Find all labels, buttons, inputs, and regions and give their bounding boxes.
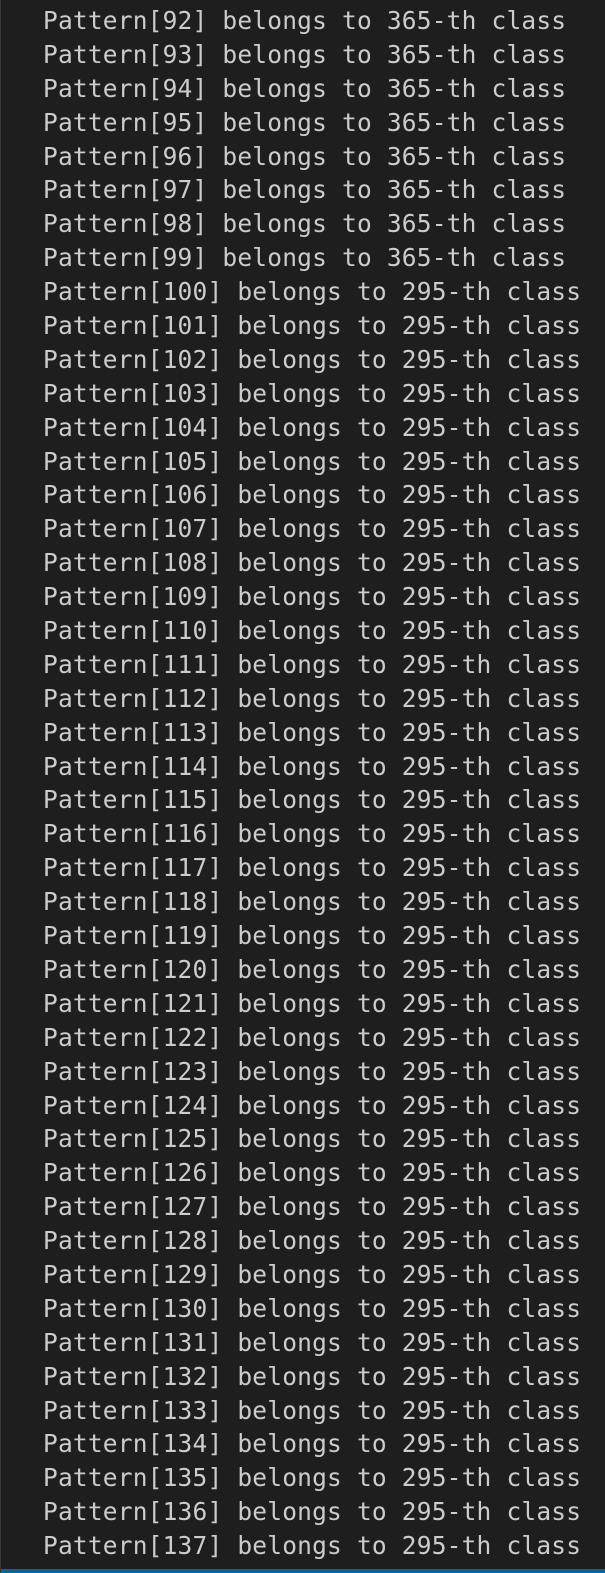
terminal-line: Pattern[95] belongs to 365-th class xyxy=(43,107,567,137)
terminal-line: Pattern[120] belongs to 295-th class xyxy=(43,954,582,984)
terminal-line: Pattern[103] belongs to 295-th class xyxy=(43,378,582,408)
terminal-line: Pattern[131] belongs to 295-th class xyxy=(43,1327,582,1357)
terminal-line: Pattern[112] belongs to 295-th class xyxy=(43,683,582,713)
terminal-line: Pattern[121] belongs to 295-th class xyxy=(43,988,582,1018)
terminal-line: Pattern[127] belongs to 295-th class xyxy=(43,1192,582,1222)
terminal-line: Pattern[92] belongs to 365-th class xyxy=(43,6,567,35)
terminal-line: Pattern[93] belongs to 365-th class xyxy=(43,39,567,69)
terminal-line: Pattern[110] belongs to 295-th class xyxy=(43,616,582,646)
panel-bottom-border xyxy=(1,1569,605,1573)
terminal-line: Pattern[118] belongs to 295-th class xyxy=(43,887,582,917)
terminal-line: Pattern[94] belongs to 365-th class xyxy=(43,73,567,103)
terminal-line: Pattern[105] belongs to 295-th class xyxy=(43,446,582,476)
terminal-line: Pattern[96] belongs to 365-th class xyxy=(43,141,567,171)
terminal-line: Pattern[97] belongs to 365-th class xyxy=(43,175,567,205)
terminal-line: Pattern[124] belongs to 295-th class xyxy=(43,1090,582,1120)
terminal-line: Pattern[100] belongs to 295-th class xyxy=(43,277,582,307)
terminal-output: Pattern[92] belongs to 365-th class Patte… xyxy=(43,4,581,1563)
terminal-line: Pattern[126] belongs to 295-th class xyxy=(43,1158,582,1188)
terminal-line: Pattern[129] belongs to 295-th class xyxy=(43,1259,582,1289)
terminal-line: Pattern[119] belongs to 295-th class xyxy=(43,921,582,951)
terminal-line: Pattern[122] belongs to 295-th class xyxy=(43,1022,582,1052)
terminal-line: Pattern[98] belongs to 365-th class xyxy=(43,209,567,239)
terminal-line: Pattern[137] belongs to 295-th class xyxy=(43,1531,582,1561)
terminal-line: Pattern[135] belongs to 295-th class xyxy=(43,1463,582,1493)
terminal-line: Pattern[104] belongs to 295-th class xyxy=(43,412,582,442)
terminal-line: Pattern[134] belongs to 295-th class xyxy=(43,1429,582,1459)
terminal-line: Pattern[116] belongs to 295-th class xyxy=(43,819,582,849)
terminal-line: Pattern[133] belongs to 295-th class xyxy=(43,1395,582,1425)
terminal-line: Pattern[125] belongs to 295-th class xyxy=(43,1124,582,1154)
terminal-line: Pattern[113] belongs to 295-th class xyxy=(43,717,582,747)
terminal-line: Pattern[115] belongs to 295-th class xyxy=(43,785,582,815)
terminal-line: Pattern[101] belongs to 295-th class xyxy=(43,311,582,341)
terminal-line: Pattern[132] belongs to 295-th class xyxy=(43,1361,582,1391)
terminal-line: Pattern[114] belongs to 295-th class xyxy=(43,751,582,781)
terminal-line: Pattern[111] belongs to 295-th class xyxy=(43,649,582,679)
terminal-line: Pattern[117] belongs to 295-th class xyxy=(43,853,582,883)
terminal-line: Pattern[108] belongs to 295-th class xyxy=(43,548,582,578)
terminal-line: Pattern[123] belongs to 295-th class xyxy=(43,1056,582,1086)
terminal-line: Pattern[136] belongs to 295-th class xyxy=(43,1497,582,1527)
terminal-line: Pattern[99] belongs to 365-th class xyxy=(43,243,567,273)
terminal-line: Pattern[128] belongs to 295-th class xyxy=(43,1226,582,1256)
terminal-line: Pattern[130] belongs to 295-th class xyxy=(43,1293,582,1323)
terminal-line: Pattern[109] belongs to 295-th class xyxy=(43,582,582,612)
terminal-line: Pattern[102] belongs to 295-th class xyxy=(43,344,582,374)
terminal-line: Pattern[107] belongs to 295-th class xyxy=(43,514,582,544)
terminal-panel[interactable]: Pattern[92] belongs to 365-th class Patte… xyxy=(0,0,605,1573)
terminal-line: Pattern[106] belongs to 295-th class xyxy=(43,480,582,510)
